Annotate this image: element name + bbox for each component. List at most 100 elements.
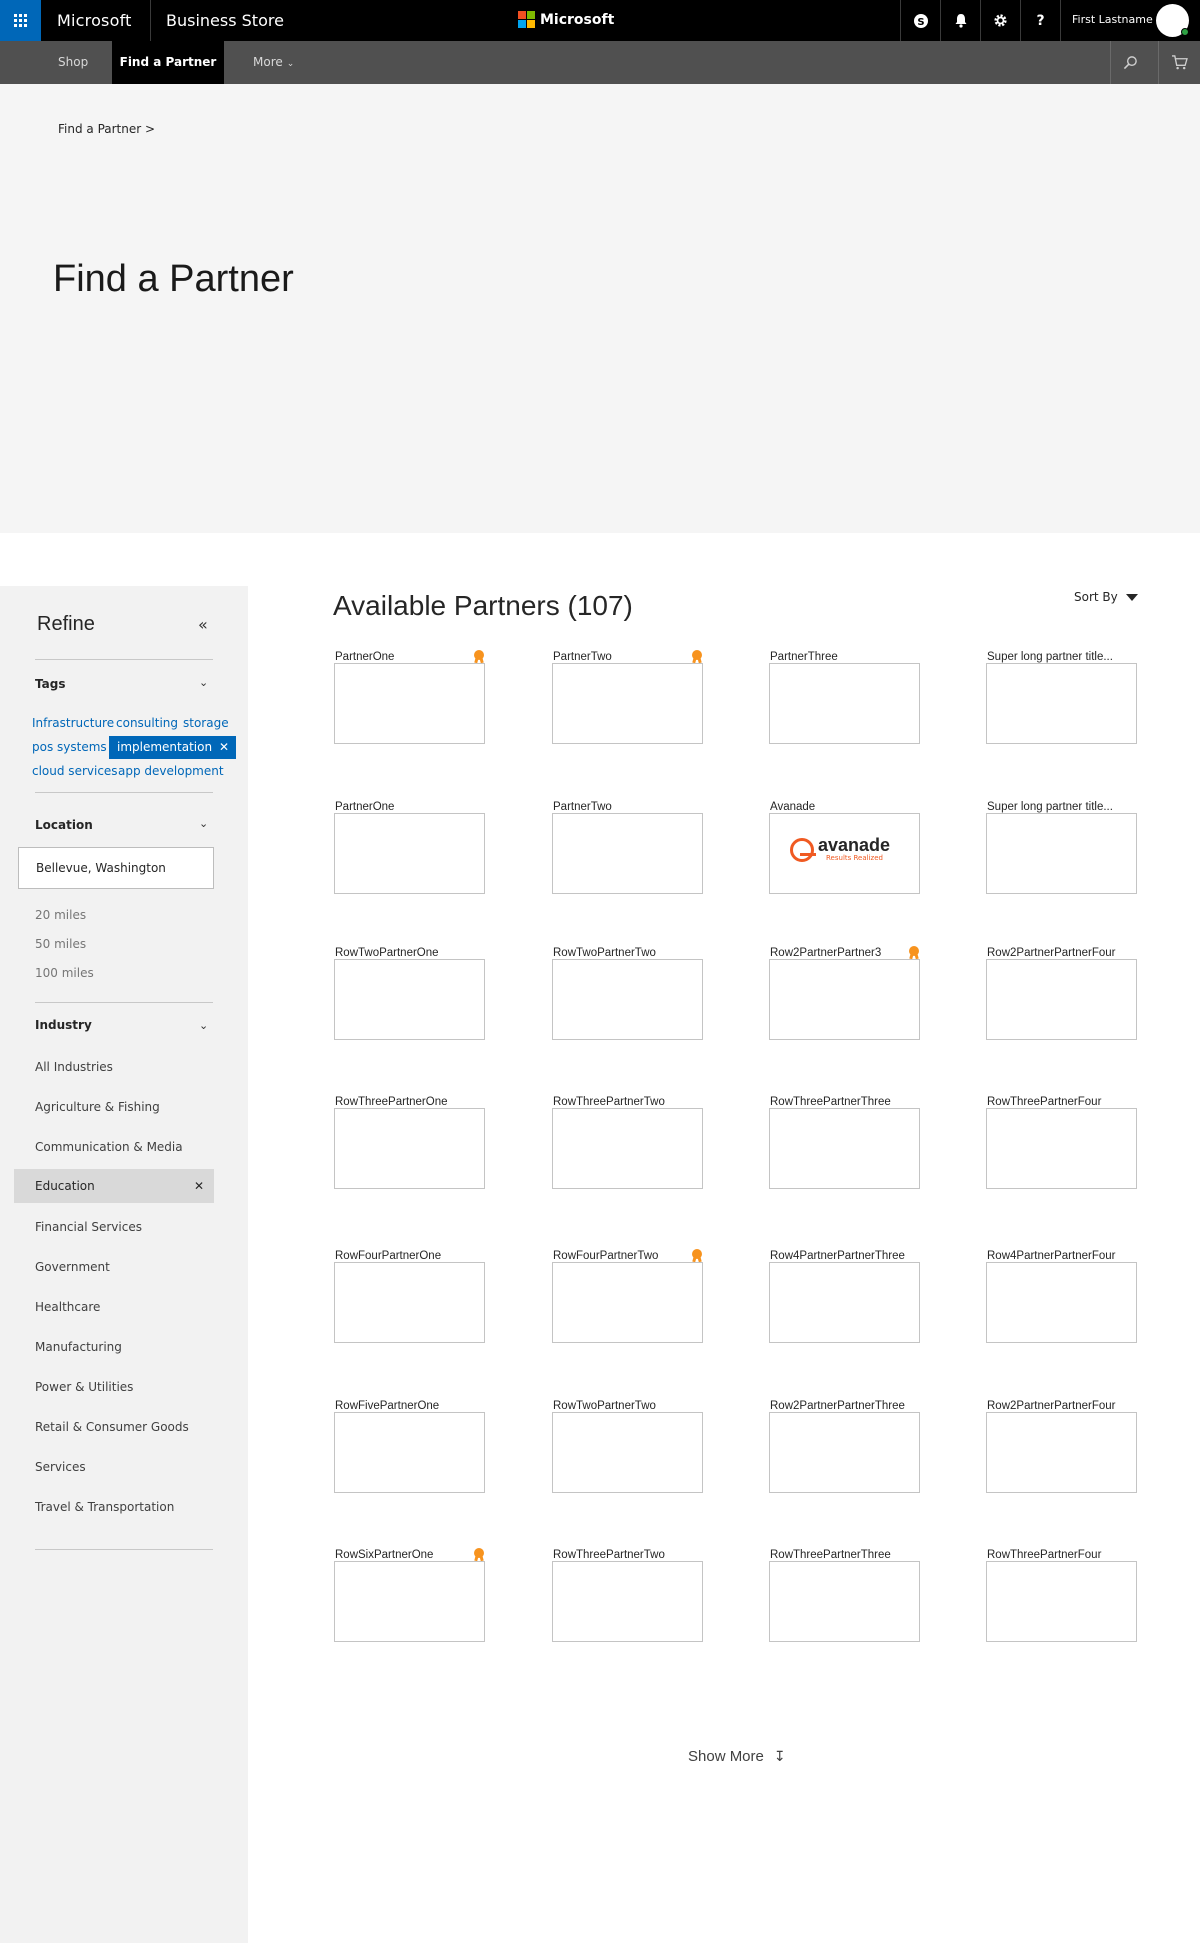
partner-card[interactable]: PartnerTwo (552, 801, 704, 909)
partner-title[interactable]: RowTwoPartnerOne (335, 947, 485, 959)
partner-logo-box[interactable] (552, 813, 703, 894)
partner-title[interactable]: RowSixPartnerOne (335, 1549, 485, 1561)
partner-card[interactable]: Row4PartnerPartnerThree (769, 1250, 921, 1358)
partner-title[interactable]: RowThreePartnerThree (770, 1549, 920, 1561)
partner-title[interactable]: RowThreePartnerOne (335, 1096, 485, 1108)
industry-communication[interactable]: Communication & Media (35, 1140, 183, 1154)
partner-card[interactable]: RowThreePartnerFour (986, 1549, 1138, 1657)
app-launcher-button[interactable] (0, 0, 41, 41)
partner-card[interactable]: RowThreePartnerTwo (552, 1096, 704, 1204)
chevron-down-icon[interactable]: ⌄ (199, 676, 208, 689)
partner-logo-box[interactable] (769, 1412, 920, 1493)
industry-section-title[interactable]: Industry (35, 1018, 92, 1032)
partner-logo-box[interactable] (769, 663, 920, 744)
partner-title[interactable]: PartnerTwo (553, 651, 703, 663)
chevron-down-icon[interactable]: ⌄ (199, 817, 208, 830)
partner-logo-box[interactable] (334, 959, 485, 1040)
partner-title[interactable]: RowFivePartnerOne (335, 1400, 485, 1412)
industry-retail[interactable]: Retail & Consumer Goods (35, 1420, 189, 1434)
partner-title[interactable]: Row4PartnerPartnerThree (770, 1250, 920, 1262)
partner-logo-box[interactable] (552, 1262, 703, 1343)
partner-title[interactable]: RowFourPartnerTwo (553, 1250, 703, 1262)
partner-card[interactable]: Super long partner title... (986, 801, 1138, 909)
partner-title[interactable]: RowTwoPartnerTwo (553, 1400, 703, 1412)
miles-option-20[interactable]: 20 miles (35, 908, 86, 922)
partner-card[interactable]: RowThreePartnerOne (334, 1096, 486, 1204)
industry-healthcare[interactable]: Healthcare (35, 1300, 100, 1314)
partner-card[interactable]: PartnerTwo (552, 650, 704, 759)
partner-title[interactable]: PartnerOne (335, 651, 485, 663)
partner-card[interactable]: RowFourPartnerTwo (552, 1249, 704, 1358)
industry-all[interactable]: All Industries (35, 1060, 113, 1074)
partner-card[interactable]: RowTwoPartnerTwo (552, 947, 704, 1055)
partner-logo-box[interactable] (769, 1561, 920, 1642)
partner-title[interactable]: Row2PartnerPartnerFour (987, 947, 1137, 959)
tag-implementation-selected[interactable]: implementation ✕ (109, 736, 236, 759)
partner-logo-box[interactable] (769, 1108, 920, 1189)
industry-financial[interactable]: Financial Services (35, 1220, 142, 1234)
partner-title[interactable]: RowThreePartnerTwo (553, 1096, 703, 1108)
partner-logo-box[interactable] (986, 813, 1137, 894)
close-icon[interactable]: ✕ (219, 736, 229, 759)
partner-logo-box[interactable] (334, 1412, 485, 1493)
cart-button[interactable] (1158, 41, 1200, 84)
partner-logo-box[interactable] (552, 1561, 703, 1642)
industry-education-selected[interactable]: Education ✕ (14, 1169, 214, 1203)
user-name[interactable]: First Lastname (1072, 13, 1153, 26)
tag-app-development[interactable]: app development (118, 764, 224, 778)
settings-button[interactable] (980, 0, 1020, 41)
industry-agriculture[interactable]: Agriculture & Fishing (35, 1100, 160, 1114)
industry-power[interactable]: Power & Utilities (35, 1380, 133, 1394)
partner-logo-box[interactable] (552, 959, 703, 1040)
app-name-link[interactable]: Business Store (166, 11, 284, 30)
partner-card[interactable]: Row2PartnerPartnerFour (986, 1400, 1138, 1508)
partner-card[interactable]: RowThreePartnerThree (769, 1096, 921, 1204)
partner-card[interactable]: Row2PartnerPartnerFour (986, 947, 1138, 1055)
partner-logo-box[interactable] (986, 1262, 1137, 1343)
help-button[interactable]: ? (1020, 0, 1060, 41)
partner-title[interactable]: RowTwoPartnerTwo (553, 947, 703, 959)
partner-logo-box[interactable] (552, 1412, 703, 1493)
nav-shop[interactable]: Shop (58, 41, 88, 84)
partner-logo-box[interactable] (552, 1108, 703, 1189)
partner-logo-box[interactable] (334, 1262, 485, 1343)
partner-card[interactable]: RowSixPartnerOne (334, 1548, 486, 1657)
partner-title[interactable]: Row4PartnerPartnerFour (987, 1250, 1137, 1262)
tag-pos-systems[interactable]: pos systems (32, 740, 107, 754)
partner-logo-box[interactable] (986, 1412, 1137, 1493)
partner-logo-box[interactable] (986, 1108, 1137, 1189)
partner-card[interactable]: RowFivePartnerOne (334, 1400, 486, 1508)
microsoft-logo[interactable]: Microsoft (518, 11, 614, 28)
tag-consulting[interactable]: consulting (116, 716, 178, 730)
partner-title[interactable]: PartnerTwo (553, 801, 703, 813)
partner-logo-box[interactable] (334, 663, 485, 744)
miles-option-100[interactable]: 100 miles (35, 966, 94, 980)
industry-services[interactable]: Services (35, 1460, 86, 1474)
location-section-title[interactable]: Location (35, 818, 93, 832)
partner-logo-box[interactable] (552, 663, 703, 744)
partner-title[interactable]: PartnerOne (335, 801, 485, 813)
microsoft-brand-link[interactable]: Microsoft (57, 11, 132, 30)
partner-title[interactable]: RowThreePartnerFour (987, 1549, 1137, 1561)
partner-card[interactable]: Row2PartnerPartnerThree (769, 1400, 921, 1508)
partner-title[interactable]: RowThreePartnerThree (770, 1096, 920, 1108)
partner-title[interactable]: Avanade (770, 801, 920, 813)
tag-storage[interactable]: storage (183, 716, 229, 730)
chevron-down-icon[interactable]: ⌄ (199, 1019, 208, 1032)
partner-title[interactable]: Row2PartnerPartner3 (770, 947, 920, 959)
partner-card[interactable]: RowThreePartnerFour (986, 1096, 1138, 1204)
partner-logo-box[interactable] (769, 1262, 920, 1343)
partner-card[interactable]: RowThreePartnerTwo (552, 1549, 704, 1657)
miles-option-50[interactable]: 50 miles (35, 937, 86, 951)
partner-card[interactable]: Super long partner title... (986, 651, 1138, 759)
partner-title[interactable]: PartnerThree (770, 651, 920, 663)
show-more-button[interactable]: Show More ↧ (688, 1748, 786, 1765)
avatar[interactable] (1156, 4, 1189, 37)
nav-find-partner[interactable]: Find a Partner (112, 41, 224, 84)
location-input[interactable]: Bellevue, Washington (18, 847, 214, 889)
partner-card[interactable]: PartnerOne (334, 650, 486, 759)
partner-card[interactable]: RowThreePartnerThree (769, 1549, 921, 1657)
tag-cloud-services[interactable]: cloud services (32, 764, 118, 778)
notifications-button[interactable] (940, 0, 980, 41)
partner-title[interactable]: RowThreePartnerTwo (553, 1549, 703, 1561)
